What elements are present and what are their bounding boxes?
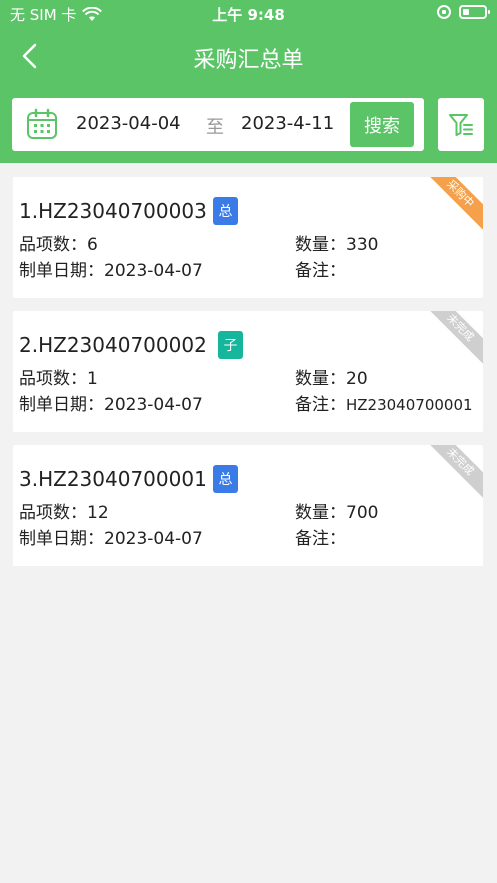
note-label: 备注： [295,529,346,549]
order-type-badge: 总 [213,465,238,493]
items-value: 1 [87,369,98,389]
status-right [437,5,490,19]
order-code: 3.HZ23040700001 [19,467,207,491]
items-label: 品项数： [19,235,87,255]
order-code: 1.HZ23040700003 [19,199,207,223]
date-value: 2023-04-07 [104,529,203,549]
order-card[interactable]: 未完成 2.HZ23040700002 子 品项数：1 数量：20 制单日期：2… [13,311,483,432]
nav-bar: 采购汇总单 [0,34,497,78]
order-type-badge: 子 [218,331,243,359]
battery-icon [459,5,490,19]
date-value: 2023-04-07 [104,395,203,415]
order-card[interactable]: 采购中 1.HZ23040700003 总 品项数：6 数量：330 制单日期：… [13,177,483,298]
quantity-label: 数量： [295,503,346,523]
start-date-field[interactable]: 2023-04-04 [76,113,181,134]
items-value: 12 [87,503,109,523]
status-ribbon: 未完成 [421,445,483,501]
date-label: 制单日期： [19,261,104,281]
items-value: 6 [87,235,98,255]
created-date: 制单日期：2023-04-07 [19,524,203,549]
date-value: 2023-04-07 [104,261,203,281]
items-label: 品项数： [19,503,87,523]
note-value: HZ23040700001 [346,396,473,414]
date-label: 制单日期： [19,529,104,549]
date-range-search: 2023-04-04 至 2023-4-11 搜索 [12,98,424,151]
search-button[interactable]: 搜索 [350,102,414,147]
quantity-value: 20 [346,369,368,389]
end-date-field[interactable]: 2023-4-11 [241,113,334,134]
status-ribbon: 未完成 [421,311,483,367]
calendar-icon[interactable] [26,108,58,140]
items-label: 品项数： [19,369,87,389]
date-separator: 至 [206,117,224,138]
note-label: 备注： [295,261,346,281]
quantity: 数量：20 [295,364,368,389]
status-time: 上午 9:48 [212,6,285,24]
status-bar: 无 SIM 卡 上午 9:48 [0,0,497,28]
note: 备注： [295,256,346,281]
header-bar: 无 SIM 卡 上午 9:48 采购汇总单 2023-04-04 至 2023-… [0,0,497,163]
quantity: 数量：330 [295,230,378,255]
quantity-label: 数量： [295,235,346,255]
items-count: 品项数：6 [19,230,98,255]
note: 备注： [295,524,346,549]
created-date: 制单日期：2023-04-07 [19,390,203,415]
items-count: 品项数：1 [19,364,98,389]
quantity-value: 700 [346,503,379,523]
filter-icon [449,113,473,136]
status-ribbon: 采购中 [421,177,483,233]
order-code: 2.HZ23040700002 [19,333,207,357]
filter-button[interactable] [438,98,484,151]
created-date: 制单日期：2023-04-07 [19,256,203,281]
date-label: 制单日期： [19,395,104,415]
note: 备注：HZ23040700001 [295,390,473,415]
order-card[interactable]: 未完成 3.HZ23040700001 总 品项数：12 数量：700 制单日期… [13,445,483,566]
items-count: 品项数：12 [19,498,109,523]
orientation-lock-icon [437,5,451,19]
order-type-badge: 总 [213,197,238,225]
quantity-label: 数量： [295,369,346,389]
page-title: 采购汇总单 [193,48,304,73]
quantity-value: 330 [346,235,379,255]
note-label: 备注： [295,395,346,415]
quantity: 数量：700 [295,498,378,523]
